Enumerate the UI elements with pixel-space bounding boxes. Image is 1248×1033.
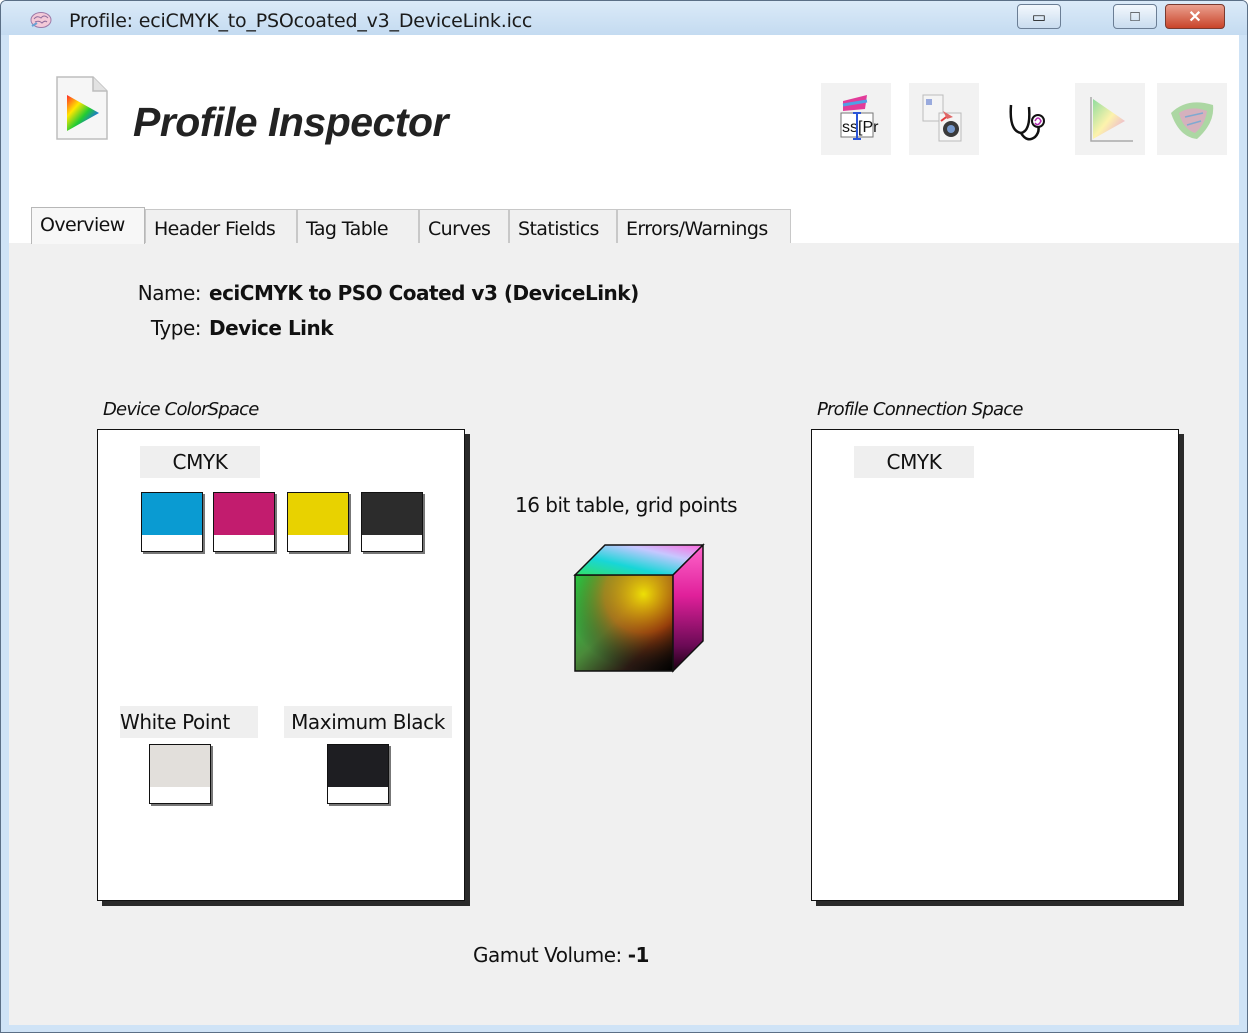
gamut-triangle-icon <box>1090 97 1133 142</box>
gamut-volume-value: -1 <box>627 943 650 967</box>
gamut-document-icon <box>55 75 109 141</box>
stethoscope-icon <box>1009 104 1045 141</box>
name-editor-icon: ss[Pr <box>840 95 879 140</box>
yellow-fill <box>288 493 348 535</box>
gamut-3d-icon <box>1171 102 1214 139</box>
gamut-volume-label: Gamut Volume: <box>473 943 622 967</box>
color-cube-icon <box>573 543 707 680</box>
maximum-black-swatch[interactable] <box>327 744 389 804</box>
device-colorspace-panel: CMYK White Point Maximum Black <box>97 429 465 901</box>
black-swatch[interactable] <box>361 492 423 552</box>
profile-type-row: Type: Device Link <box>127 316 334 340</box>
profile-convert-button[interactable] <box>909 83 979 155</box>
pcs-label: Profile Connection Space <box>817 399 1023 420</box>
app-header: Profile Inspector ss[Pr <box>9 35 1239 207</box>
type-label: Type: <box>150 316 202 340</box>
table-caption: 16 bit table, grid points <box>515 493 738 517</box>
close-button[interactable]: ✕ <box>1165 4 1225 29</box>
maximum-black-label: Maximum Black <box>284 706 452 738</box>
pcs-panel: CMYK <box>811 429 1179 901</box>
profile-convert-icon <box>922 94 962 142</box>
black-fill <box>362 493 422 535</box>
maximize-button[interactable]: □ <box>1113 4 1157 29</box>
tab-curves[interactable]: Curves <box>419 209 509 243</box>
profile-window: Profile: eciCMYK_to_PSOcoated_v3_DeviceL… <box>0 0 1248 1033</box>
name-value: eciCMYK to PSO Coated v3 (DeviceLink) <box>209 281 639 305</box>
pcs-colorspace-chip: CMYK <box>854 446 974 478</box>
window-title: Profile: eciCMYK_to_PSOcoated_v3_DeviceL… <box>69 10 533 32</box>
cyan-swatch[interactable] <box>141 492 203 552</box>
tab-header-fields[interactable]: Header Fields <box>145 209 297 243</box>
magenta-swatch[interactable] <box>213 492 275 552</box>
white-point-label: White Point <box>120 706 258 738</box>
yellow-swatch[interactable] <box>287 492 349 552</box>
gamut-volume-row: Gamut Volume: -1 <box>473 943 649 967</box>
tab-bar: Overview Header Fields Tag Table Curves … <box>9 207 1239 244</box>
tab-errors-warnings[interactable]: Errors/Warnings <box>617 209 791 243</box>
minimize-button[interactable]: ▭ <box>1017 4 1061 29</box>
name-label: Name: <box>137 281 202 305</box>
tab-overview[interactable]: Overview <box>31 207 145 244</box>
gamut-triangle-button[interactable] <box>1075 83 1145 155</box>
profile-name-row: Name: eciCMYK to PSO Coated v3 (DeviceLin… <box>127 281 639 305</box>
minimize-icon: ▭ <box>1031 9 1047 26</box>
tab-tag-table[interactable]: Tag Table <box>297 209 419 243</box>
maximize-icon: □ <box>1130 8 1140 25</box>
device-colorspace-label: Device ColorSpace <box>103 399 259 420</box>
device-colorspace-chip: CMYK <box>140 446 260 478</box>
white-point-swatch[interactable] <box>149 744 211 804</box>
maximum-black-fill <box>328 745 388 787</box>
close-icon: ✕ <box>1188 9 1202 26</box>
client-area: Profile Inspector ss[Pr Overview Header … <box>9 35 1239 1025</box>
type-value: Device Link <box>209 316 334 340</box>
gamut-3d-button[interactable] <box>1157 83 1227 155</box>
name-editor-button[interactable]: ss[Pr <box>821 83 891 155</box>
title-bar[interactable]: Profile: eciCMYK_to_PSOcoated_v3_DeviceL… <box>1 1 1247 35</box>
tab-statistics[interactable]: Statistics <box>509 209 617 243</box>
brain-icon <box>29 10 53 30</box>
cyan-fill <box>142 493 202 535</box>
svg-text:ss[Pr: ss[Pr <box>842 119 879 136</box>
stethoscope-button[interactable] <box>993 83 1063 155</box>
magenta-fill <box>214 493 274 535</box>
app-title: Profile Inspector <box>133 99 449 145</box>
white-point-fill <box>150 745 210 787</box>
